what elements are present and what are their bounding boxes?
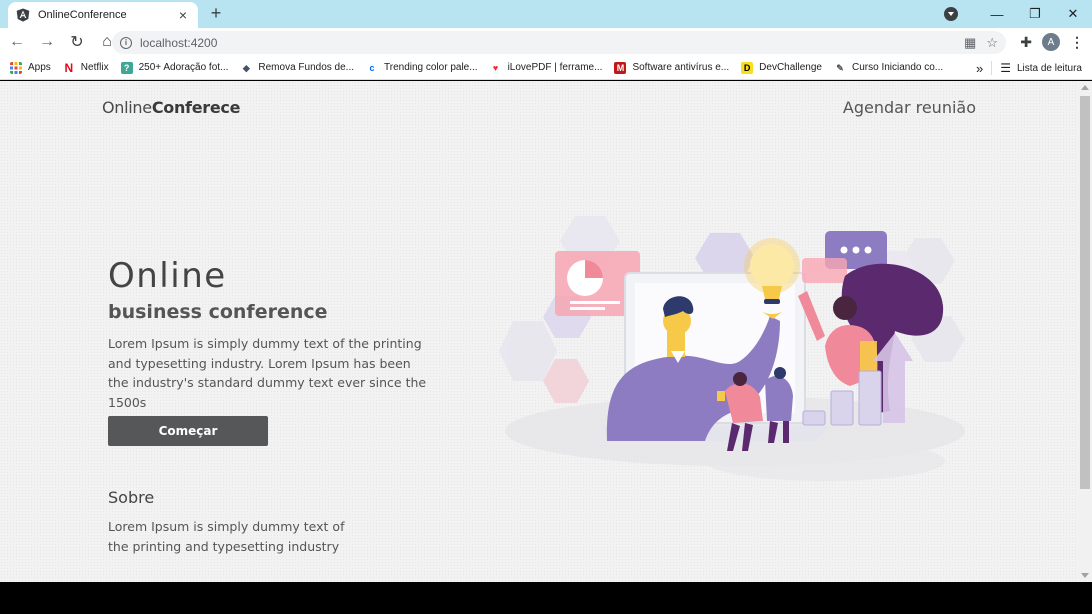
scroll-down-arrow-icon[interactable] xyxy=(1081,573,1089,578)
bookmark-label: Netflix xyxy=(80,62,109,73)
angular-icon xyxy=(16,8,30,22)
reload-icon[interactable]: ↻ xyxy=(64,29,90,55)
bookmark-apps[interactable]: Apps xyxy=(10,61,51,74)
bookmark-devchallenge[interactable]: D DevChallenge xyxy=(741,61,822,74)
bookmark-adoracao[interactable]: ? 250+ Adoração fot... xyxy=(120,61,229,74)
about-title: Sobre xyxy=(108,488,155,507)
bookmark-green-icon: ? xyxy=(120,61,133,74)
tab-search-icon[interactable] xyxy=(944,7,958,21)
scroll-thumb[interactable] xyxy=(1080,96,1090,489)
start-button[interactable]: Começar xyxy=(108,416,268,446)
screen-bottom-bar xyxy=(0,582,1092,614)
bookmark-ilovepdf[interactable]: ♥ iLovePDF | ferrame... xyxy=(490,62,603,74)
bookmark-curso[interactable]: ✎ Curso Iniciando co... xyxy=(834,62,943,74)
browser-tabstrip: OnlineConference × + — ❐ ✕ xyxy=(0,0,1092,28)
page-scrollbar[interactable] xyxy=(1078,81,1092,582)
url-text[interactable]: localhost:4200 xyxy=(140,36,217,50)
bookmark-label: 250+ Adoração fot... xyxy=(138,62,229,73)
address-bar[interactable]: i localhost:4200 ▦ ☆ xyxy=(112,31,1006,54)
bookmark-label: Trending color pale... xyxy=(384,62,478,73)
bookmark-netflix[interactable]: N Netflix xyxy=(63,60,109,75)
netflix-icon: N xyxy=(64,60,74,75)
conference-illustration xyxy=(499,216,965,481)
page-viewport: OnlineConferece Agendar reunião Online b… xyxy=(0,81,1078,582)
browser-toolbar: ← → ↻ ⌂ i localhost:4200 ▦ ☆ ✚ A ⋮ xyxy=(0,28,1092,56)
schedule-meeting-link[interactable]: Agendar reunião xyxy=(843,98,976,117)
extensions-puzzle-icon[interactable]: ✚ xyxy=(1020,34,1032,51)
bookmark-devchallenge-icon: D xyxy=(741,61,754,74)
profile-avatar[interactable]: A xyxy=(1042,33,1060,51)
site-info-icon[interactable]: i xyxy=(120,36,132,49)
qr-code-icon[interactable]: ▦ xyxy=(964,35,976,51)
brand-regular: Online xyxy=(102,98,152,117)
site-logo[interactable]: OnlineConferece xyxy=(102,98,240,117)
bookmark-label: iLovePDF | ferrame... xyxy=(507,62,603,73)
bookmark-star-icon[interactable]: ☆ xyxy=(986,35,998,51)
hero-title: Online xyxy=(108,256,227,296)
forward-arrow-icon[interactable]: → xyxy=(34,29,60,55)
restore-button[interactable]: ❐ xyxy=(1016,0,1054,28)
about-description: Lorem Ipsum is simply dummy text of the … xyxy=(108,519,345,554)
bookmarks-divider xyxy=(991,61,993,75)
hero-subtitle: business conference xyxy=(108,301,328,323)
bookmark-label: Remova Fundos de... xyxy=(258,62,354,73)
close-window-button[interactable]: ✕ xyxy=(1054,0,1092,28)
bookmark-trending-color[interactable]: c Trending color pale... xyxy=(366,62,478,74)
more-bookmarks-icon[interactable]: » xyxy=(976,61,983,76)
bookmark-label: Apps xyxy=(28,62,51,73)
bookmark-ilovepdf-icon: ♥ xyxy=(492,62,499,73)
bookmark-label: Curso Iniciando co... xyxy=(851,62,944,73)
bookmarks-bar: Apps N Netflix ? 250+ Adoração fot... ◆ … xyxy=(0,56,1092,80)
bookmark-label: Software antivírus e... xyxy=(632,62,730,73)
minimize-button[interactable]: — xyxy=(978,0,1016,28)
bookmark-mcafee-icon: M xyxy=(614,61,627,74)
back-arrow-icon[interactable]: ← xyxy=(4,29,30,55)
hero-description: Lorem Ipsum is simply dummy text of the … xyxy=(108,336,427,410)
browser-tab[interactable]: OnlineConference × xyxy=(8,2,198,28)
apps-grid-icon xyxy=(10,61,22,74)
brand-bold: Conferece xyxy=(151,98,241,117)
bookmark-remova-fundos[interactable]: ◆ Remova Fundos de... xyxy=(240,62,354,74)
browser-menu-icon[interactable]: ⋮ xyxy=(1070,34,1084,51)
bookmark-coolors-icon: c xyxy=(369,62,375,73)
reading-list-label[interactable]: Lista de leitura xyxy=(1017,63,1082,74)
close-tab-icon[interactable]: × xyxy=(176,8,190,22)
bookmark-label: DevChallenge xyxy=(759,62,822,73)
tab-title: OnlineConference xyxy=(38,9,127,21)
bookmark-course-icon: ✎ xyxy=(836,62,844,73)
scroll-up-arrow-icon[interactable] xyxy=(1081,85,1089,90)
reading-list-icon[interactable]: ☰ xyxy=(1000,61,1011,75)
new-tab-button[interactable]: + xyxy=(206,3,226,23)
bookmark-mcafee[interactable]: M Software antivírus e... xyxy=(614,61,730,74)
bookmark-layers-icon: ◆ xyxy=(242,62,250,73)
